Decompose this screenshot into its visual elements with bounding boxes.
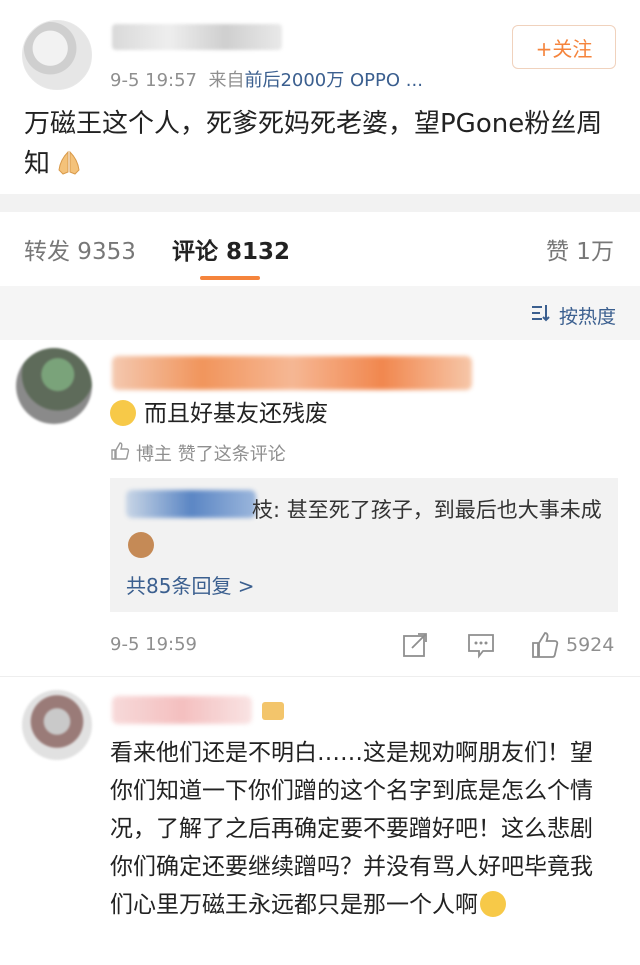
- comment-2-text: 看来他们还是不明白……这是规劝啊朋友们！望你们知道一下你们蹭的这个名字到底是怎么…: [110, 740, 593, 918]
- like-count: 5924: [566, 634, 615, 656]
- commenter-name-redacted[interactable]: [112, 356, 472, 390]
- follow-button[interactable]: +关注: [512, 25, 616, 69]
- post-meta: 9-5 19:57 来自前后2000万 OPPO ...: [110, 66, 423, 92]
- commenter-name-redacted[interactable]: [112, 696, 252, 724]
- palms-together-icon: [54, 148, 84, 175]
- reply-1-text: 枝: 甚至死了孩子，到最后也大事未成: [252, 498, 602, 522]
- comment-icon[interactable]: [466, 630, 496, 660]
- tab-like[interactable]: 赞 1万: [546, 232, 614, 266]
- post-body: 万磁王这个人，死爹死妈死老婆，望PGone粉丝周知: [24, 104, 624, 184]
- sort-icon: [531, 304, 551, 327]
- post-time: 9-5 19:57: [110, 70, 197, 91]
- commenter-avatar[interactable]: [16, 348, 92, 424]
- user-badge-icon: [262, 702, 284, 720]
- share-icon[interactable]: [400, 630, 430, 660]
- liked-by-text: 博主 赞了这条评论: [136, 444, 286, 465]
- comment-text: 而且好基友还残废: [110, 396, 620, 433]
- reply-text: 枝: 甚至死了孩子，到最后也大事未成: [126, 492, 606, 564]
- monkey-emoji-icon: [128, 532, 154, 558]
- author-liked-notice: 博主 赞了这条评论: [110, 440, 286, 466]
- active-tab-indicator: [200, 276, 260, 280]
- thumbs-up-icon: [110, 441, 130, 466]
- sort-label: 按热度: [558, 306, 616, 328]
- comment-time: 9-5 19:59: [110, 634, 197, 655]
- post-source-link[interactable]: 前后2000万 OPPO ...: [244, 70, 422, 91]
- tab-comment[interactable]: 评论 8132: [172, 232, 290, 266]
- tab-repost[interactable]: 转发 9353: [24, 232, 136, 266]
- post-text: 万磁王这个人，死爹死妈死老婆，望PGone粉丝周知: [24, 109, 603, 179]
- author-avatar[interactable]: [22, 20, 92, 90]
- like-icon[interactable]: [530, 630, 560, 660]
- section-divider: [0, 194, 640, 212]
- author-name-redacted[interactable]: [112, 24, 282, 50]
- comment-separator: [0, 676, 640, 677]
- smile-emoji-icon: [110, 400, 136, 426]
- comment-text: 看来他们还是不明白……这是规劝啊朋友们！望你们知道一下你们蹭的这个名字到底是怎么…: [110, 734, 610, 924]
- shrug-emoji-icon: [480, 891, 506, 917]
- source-prefix: 来自: [208, 70, 245, 91]
- view-all-replies-link[interactable]: 共85条回复 >: [126, 570, 255, 599]
- sort-by-hot-button[interactable]: 按热度: [531, 302, 616, 329]
- comment-1-text: 而且好基友还残废: [144, 401, 328, 427]
- commenter-avatar[interactable]: [22, 690, 92, 760]
- follow-label: +关注: [535, 36, 593, 61]
